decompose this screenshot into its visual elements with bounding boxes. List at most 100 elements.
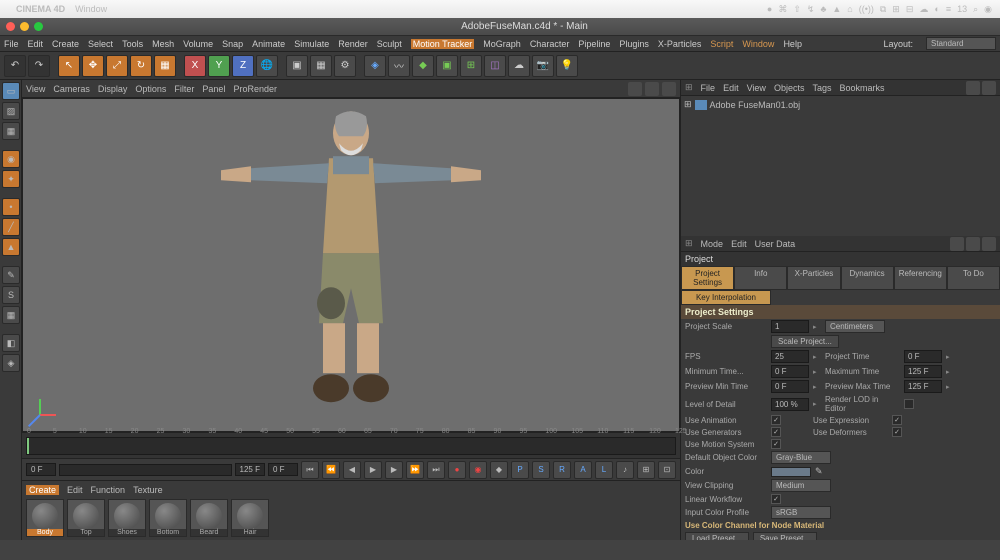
prev-frame[interactable]: ◀ <box>343 461 361 479</box>
chk-def[interactable]: ✓ <box>892 427 902 437</box>
object-item[interactable]: ⊞ Adobe FuseMan01.obj <box>684 99 997 110</box>
tab-xparticles[interactable]: X-Particles <box>787 266 840 290</box>
chk-gen[interactable]: ✓ <box>771 427 781 437</box>
move-tool[interactable]: ✥ <box>82 55 104 77</box>
tray-icon[interactable]: ≡ <box>946 4 951 15</box>
color-swatch[interactable] <box>771 467 811 477</box>
add-cube[interactable]: ◈ <box>364 55 386 77</box>
tray-icon[interactable]: ◐ <box>934 4 939 15</box>
tray-icon[interactable]: ⌂ <box>847 4 852 15</box>
mat-tab-create[interactable]: Create <box>26 485 59 495</box>
close-button[interactable] <box>6 22 15 31</box>
vp-cameras[interactable]: Cameras <box>53 84 90 94</box>
undo-button[interactable]: ↶ <box>4 55 26 77</box>
material-hair[interactable]: Hair <box>231 499 269 537</box>
sel-units[interactable]: Centimeters <box>825 320 885 333</box>
mat-tab-texture[interactable]: Texture <box>133 485 163 495</box>
redo-button[interactable]: ↷ <box>28 55 50 77</box>
render-view[interactable]: ▣ <box>286 55 308 77</box>
play-mode[interactable]: ⊞ <box>637 461 655 479</box>
coord-system[interactable]: 🌐 <box>256 55 278 77</box>
play-sound[interactable]: ♪ <box>616 461 634 479</box>
add-spline[interactable]: 〰 <box>388 55 410 77</box>
vp-icon[interactable] <box>628 82 642 96</box>
mat-tab-edit[interactable]: Edit <box>67 485 83 495</box>
viewport[interactable] <box>22 98 680 432</box>
y-axis-lock[interactable]: Y <box>208 55 230 77</box>
vp-filter[interactable]: Filter <box>174 84 194 94</box>
rotate-tool[interactable]: ↻ <box>130 55 152 77</box>
vp-options[interactable]: Options <box>135 84 166 94</box>
tl-end[interactable]: 125 F <box>235 463 265 476</box>
mac-app-name[interactable]: CINEMA 4D <box>16 4 65 14</box>
tray-icon[interactable]: ⌕ <box>973 4 978 15</box>
tray-icon[interactable]: ⧉ <box>880 4 886 15</box>
sel-clip[interactable]: Medium <box>771 479 831 492</box>
wp-toggle[interactable]: ▦ <box>2 306 20 324</box>
mac-menu-window[interactable]: Window <box>75 4 107 14</box>
menu-create[interactable]: Create <box>52 39 79 49</box>
goto-start[interactable]: ⏮ <box>301 461 319 479</box>
vp-icon[interactable] <box>645 82 659 96</box>
viewport-solo[interactable]: ◧ <box>2 334 20 352</box>
key-scale[interactable]: S <box>532 461 550 479</box>
val-pmint[interactable]: 0 F <box>771 380 809 393</box>
menu-help[interactable]: Help <box>783 39 802 49</box>
val-scale[interactable]: 1 <box>771 320 809 333</box>
menu-plugins[interactable]: Plugins <box>619 39 649 49</box>
tray-icon[interactable]: ⊟ <box>906 4 914 15</box>
om-file[interactable]: File <box>701 83 716 93</box>
key-param[interactable]: A <box>574 461 592 479</box>
poly-mode[interactable]: ▲ <box>2 238 20 256</box>
material-top[interactable]: Top <box>67 499 105 537</box>
play-mode2[interactable]: ⊡ <box>658 461 676 479</box>
vp-display[interactable]: Display <box>98 84 128 94</box>
object-name[interactable]: Adobe FuseMan01.obj <box>710 100 801 110</box>
tray-icon[interactable]: ⌘ <box>778 4 787 15</box>
menu-script[interactable]: Script <box>710 39 733 49</box>
btn-save-preset[interactable]: Save Preset... <box>753 532 817 540</box>
menu-character[interactable]: Character <box>530 39 570 49</box>
menu-pipeline[interactable]: Pipeline <box>578 39 610 49</box>
add-light[interactable]: 💡 <box>556 55 578 77</box>
menu-render[interactable]: Render <box>338 39 368 49</box>
timeline-track[interactable]: 0510152025303540455055606570758085909510… <box>26 437 676 455</box>
om-bookmarks[interactable]: Bookmarks <box>839 83 884 93</box>
material-shoes[interactable]: Shoes <box>108 499 146 537</box>
next-key[interactable]: ⏩ <box>406 461 424 479</box>
material-beard[interactable]: Beard <box>190 499 228 537</box>
menu-mograph[interactable]: MoGraph <box>483 39 521 49</box>
keyframe-sel[interactable]: ◆ <box>490 461 508 479</box>
zoom-button[interactable] <box>34 22 43 31</box>
tray-icon[interactable]: ● <box>767 4 772 15</box>
val-fps[interactable]: 25 <box>771 350 809 363</box>
playhead[interactable] <box>27 438 29 454</box>
tray-icon[interactable]: ⇧ <box>793 4 801 15</box>
minimize-button[interactable] <box>20 22 29 31</box>
select-tool[interactable]: ↖ <box>58 55 80 77</box>
add-environment[interactable]: ☁ <box>508 55 530 77</box>
add-array[interactable]: ⊞ <box>460 55 482 77</box>
sel-icp[interactable]: sRGB <box>771 506 831 519</box>
autokey[interactable]: ◉ <box>469 461 487 479</box>
tab-dynamics[interactable]: Dynamics <box>841 266 894 290</box>
snap-toggle[interactable]: S <box>2 286 20 304</box>
val-ptime[interactable]: 0 F <box>904 350 942 363</box>
edge-mode[interactable]: ╱ <box>2 218 20 236</box>
model-mode[interactable]: ▭ <box>2 82 20 100</box>
layout-dropdown[interactable]: Standard <box>926 37 996 50</box>
tab-key-interp[interactable]: Key Interpolation <box>681 290 771 305</box>
goto-end[interactable]: ⏭ <box>427 461 445 479</box>
chk-expr[interactable]: ✓ <box>892 415 902 425</box>
val-mint[interactable]: 0 F <box>771 365 809 378</box>
vp-view[interactable]: View <box>26 84 45 94</box>
btn-load-preset[interactable]: Load Preset... <box>685 532 749 540</box>
menu-edit[interactable]: Edit <box>28 39 44 49</box>
tab-todo[interactable]: To Do <box>947 266 1000 290</box>
am-mode[interactable]: Mode <box>701 239 724 249</box>
menu-motiontracker[interactable]: Motion Tracker <box>411 39 475 49</box>
tray-icon[interactable]: ▲ <box>832 4 841 15</box>
recent-tool[interactable]: ▦ <box>154 55 176 77</box>
workplane-mode[interactable]: ▦ <box>2 122 20 140</box>
am-back[interactable] <box>950 237 964 251</box>
